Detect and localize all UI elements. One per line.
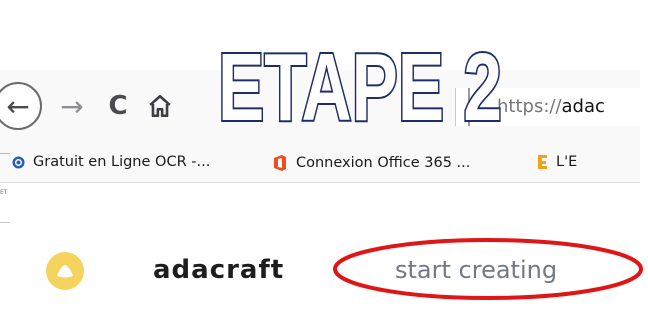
url-text[interactable]: https://adac [497, 96, 605, 117]
reload-button[interactable]: C [98, 86, 138, 126]
back-arrow-icon: ← [6, 89, 30, 123]
bookmark-favicon-icon [538, 155, 547, 169]
adacraft-logo-icon[interactable] [45, 251, 85, 291]
url-host: adac [561, 96, 605, 117]
ocr-favicon-icon [12, 155, 25, 169]
home-button[interactable] [140, 86, 180, 126]
url-bar-divider [468, 88, 470, 126]
bookmark-label: L'E [556, 154, 578, 170]
divider [0, 153, 10, 154]
home-icon [149, 94, 171, 118]
brand-name[interactable]: adacraft [153, 255, 284, 285]
bookmark-third[interactable]: L'E [536, 154, 577, 170]
divider [0, 222, 10, 223]
bookmark-office-365[interactable]: Connexion Office 365 ... [272, 154, 470, 172]
bookmark-label: Connexion Office 365 ... [296, 155, 471, 171]
edge-text: ET [0, 189, 8, 196]
start-creating-button[interactable]: start creating [395, 256, 557, 284]
reload-icon: C [108, 91, 128, 121]
office-favicon-icon [274, 155, 286, 171]
bookmark-label: Gratuit en Ligne OCR -... [33, 154, 211, 170]
forward-button[interactable]: → [52, 86, 92, 126]
forward-arrow-icon: → [60, 89, 84, 123]
url-scheme: https:// [497, 96, 562, 117]
bookmark-ocr[interactable]: Gratuit en Ligne OCR -... [12, 154, 210, 170]
